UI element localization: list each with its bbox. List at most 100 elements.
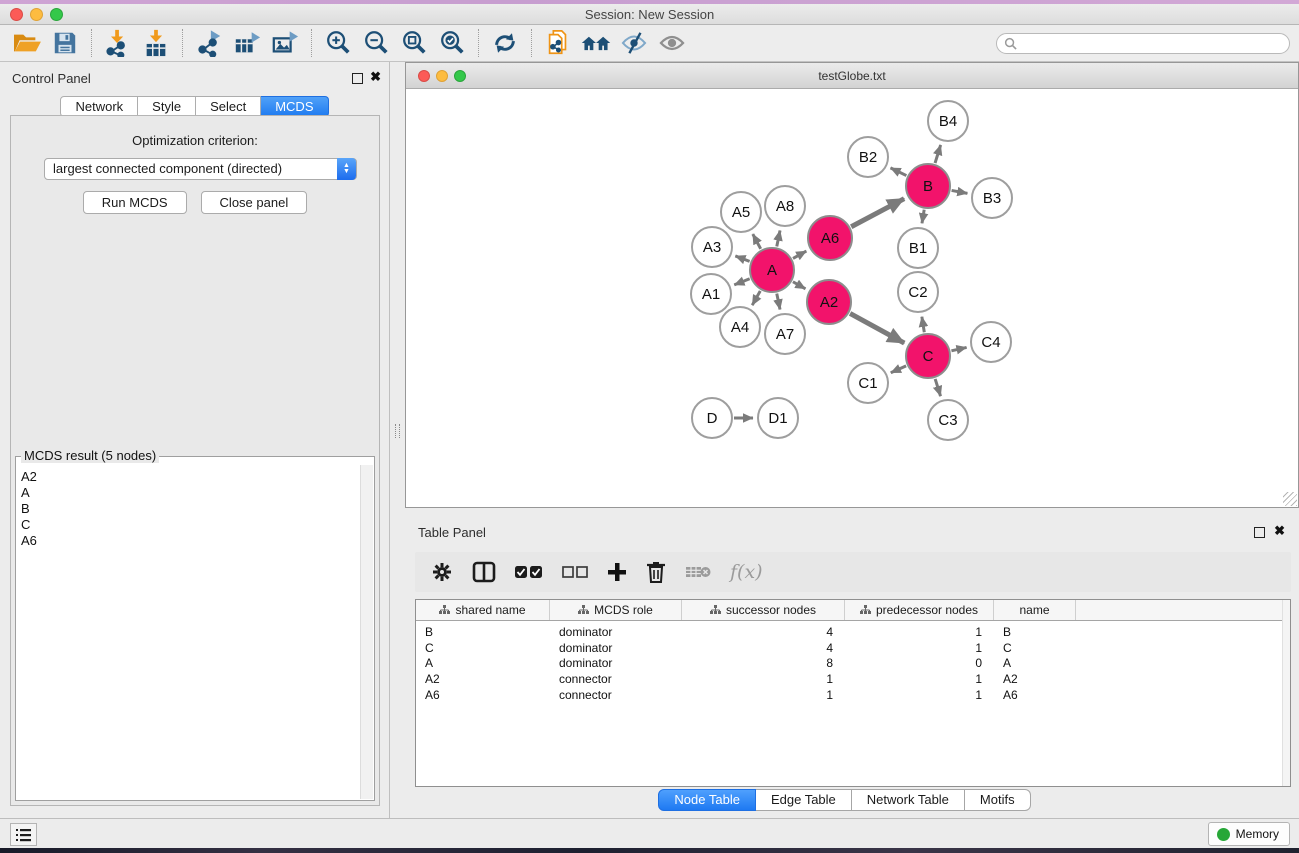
cell-successor-nodes[interactable]: 8	[682, 656, 845, 672]
cell-MCDS-role[interactable]: connector	[550, 672, 682, 688]
table-row[interactable]: A2connector11A2	[416, 672, 1290, 688]
search-field[interactable]	[996, 33, 1290, 54]
column-header-name[interactable]: name	[994, 600, 1076, 620]
cell-shared-name[interactable]: A2	[416, 672, 550, 688]
graph-node-A[interactable]: A	[749, 247, 795, 293]
mcds-list-scrollbar[interactable]	[360, 465, 373, 799]
edge-A-A4[interactable]	[752, 291, 760, 305]
edge-A-A7[interactable]	[777, 294, 780, 310]
cell-shared-name[interactable]: C	[416, 641, 550, 657]
mcds-result-item[interactable]: C	[21, 517, 360, 533]
graph-node-B[interactable]: B	[905, 163, 951, 209]
edge-A-A2[interactable]	[793, 282, 806, 289]
graph-node-C4[interactable]: C4	[970, 321, 1012, 363]
tab-edge-table[interactable]: Edge Table	[756, 789, 852, 811]
graph-node-C1[interactable]: C1	[847, 362, 889, 404]
cell-predecessor-nodes[interactable]: 1	[845, 641, 994, 657]
tab-mcds[interactable]: MCDS	[261, 96, 328, 117]
column-header-shared-name[interactable]: shared name	[416, 600, 550, 620]
graph-node-A8[interactable]: A8	[764, 185, 806, 227]
graph-node-C2[interactable]: C2	[897, 271, 939, 313]
cell-successor-nodes[interactable]: 4	[682, 641, 845, 657]
cell-successor-nodes[interactable]: 1	[682, 672, 845, 688]
mcds-result-item[interactable]: B	[21, 501, 360, 517]
graph-node-A4[interactable]: A4	[719, 306, 761, 348]
duplicate-network-icon[interactable]	[539, 27, 577, 59]
toggle-column-display-icon[interactable]	[472, 559, 496, 585]
edge-A-A8[interactable]	[777, 230, 780, 246]
float-panel-icon[interactable]	[352, 73, 363, 84]
column-header-MCDS-role[interactable]: MCDS role	[550, 600, 682, 620]
zoom-in-icon[interactable]	[319, 27, 357, 59]
cell-name[interactable]: A6	[994, 688, 1076, 704]
cell-predecessor-nodes[interactable]: 1	[845, 688, 994, 704]
graph-node-A7[interactable]: A7	[764, 313, 806, 355]
edge-C-C3[interactable]	[935, 379, 940, 396]
column-header-successor-nodes[interactable]: successor nodes	[682, 600, 845, 620]
graph-node-B2[interactable]: B2	[847, 136, 889, 178]
tab-motifs[interactable]: Motifs	[965, 789, 1031, 811]
table-row[interactable]: Bdominator41B	[416, 625, 1290, 641]
cell-name[interactable]: A2	[994, 672, 1076, 688]
cell-MCDS-role[interactable]: dominator	[550, 641, 682, 657]
graph-node-A6[interactable]: A6	[807, 215, 853, 261]
network-window-titlebar[interactable]: testGlobe.txt	[406, 63, 1298, 89]
graph-node-B1[interactable]: B1	[897, 227, 939, 269]
edge-A-A3[interactable]	[735, 256, 749, 261]
deselect-all-rows-icon[interactable]	[562, 559, 588, 585]
cell-MCDS-role[interactable]: connector	[550, 688, 682, 704]
cell-shared-name[interactable]: B	[416, 625, 550, 641]
edge-B-B4[interactable]	[935, 145, 941, 163]
create-new-column-icon[interactable]	[607, 559, 627, 585]
cell-MCDS-role[interactable]: dominator	[550, 625, 682, 641]
cell-predecessor-nodes[interactable]: 1	[845, 625, 994, 641]
graph-node-B4[interactable]: B4	[927, 100, 969, 142]
table-row[interactable]: A6connector11A6	[416, 688, 1290, 704]
graph-node-A5[interactable]: A5	[720, 191, 762, 233]
import-network-from-file-icon[interactable]	[99, 27, 137, 59]
edge-A6-B[interactable]	[851, 199, 904, 227]
cell-name[interactable]: A	[994, 656, 1076, 672]
mcds-result-item[interactable]: A	[21, 485, 360, 501]
run-mcds-button[interactable]: Run MCDS	[83, 191, 187, 214]
edge-A-A6[interactable]	[793, 251, 806, 258]
open-session-icon[interactable]	[8, 27, 46, 59]
table-row[interactable]: Cdominator41C	[416, 641, 1290, 657]
cell-name[interactable]: B	[994, 625, 1076, 641]
tab-network-table[interactable]: Network Table	[852, 789, 965, 811]
cell-shared-name[interactable]: A6	[416, 688, 550, 704]
edge-B-B2[interactable]	[891, 168, 907, 176]
graph-node-B3[interactable]: B3	[971, 177, 1013, 219]
cell-predecessor-nodes[interactable]: 1	[845, 672, 994, 688]
edge-A-A1[interactable]	[734, 279, 749, 285]
window-resize-grip[interactable]	[1283, 492, 1297, 506]
delete-columns-icon[interactable]	[646, 559, 666, 585]
edge-C-C1[interactable]	[891, 366, 906, 373]
column-header-predecessor-nodes[interactable]: predecessor nodes	[845, 600, 994, 620]
export-image-icon[interactable]	[266, 27, 304, 59]
optimization-criterion-select[interactable]: largest connected component (directed) ▲…	[44, 158, 357, 180]
zoom-fit-content-icon[interactable]	[395, 27, 433, 59]
cell-successor-nodes[interactable]: 4	[682, 625, 845, 641]
graph-node-D[interactable]: D	[691, 397, 733, 439]
graph-node-C3[interactable]: C3	[927, 399, 969, 441]
show-panel-list-button[interactable]	[10, 823, 37, 846]
edge-A-A5[interactable]	[753, 234, 761, 249]
save-session-icon[interactable]	[46, 27, 84, 59]
zoom-out-icon[interactable]	[357, 27, 395, 59]
tab-node-table[interactable]: Node Table	[658, 789, 756, 811]
function-builder-icon[interactable]: f(x)	[730, 559, 763, 585]
graph-node-A3[interactable]: A3	[691, 226, 733, 268]
table-row[interactable]: Adominator80A	[416, 656, 1290, 672]
zoom-selected-region-icon[interactable]	[433, 27, 471, 59]
tab-select[interactable]: Select	[196, 96, 261, 117]
graph-node-D1[interactable]: D1	[757, 397, 799, 439]
graph-node-C[interactable]: C	[905, 333, 951, 379]
delete-table-icon[interactable]	[685, 559, 711, 585]
float-table-panel-icon[interactable]	[1254, 527, 1265, 538]
cell-name[interactable]: C	[994, 641, 1076, 657]
mcds-result-item[interactable]: A2	[21, 469, 360, 485]
edge-C-C2[interactable]	[922, 317, 924, 333]
table-scrollbar[interactable]	[1282, 600, 1290, 786]
cell-predecessor-nodes[interactable]: 0	[845, 656, 994, 672]
